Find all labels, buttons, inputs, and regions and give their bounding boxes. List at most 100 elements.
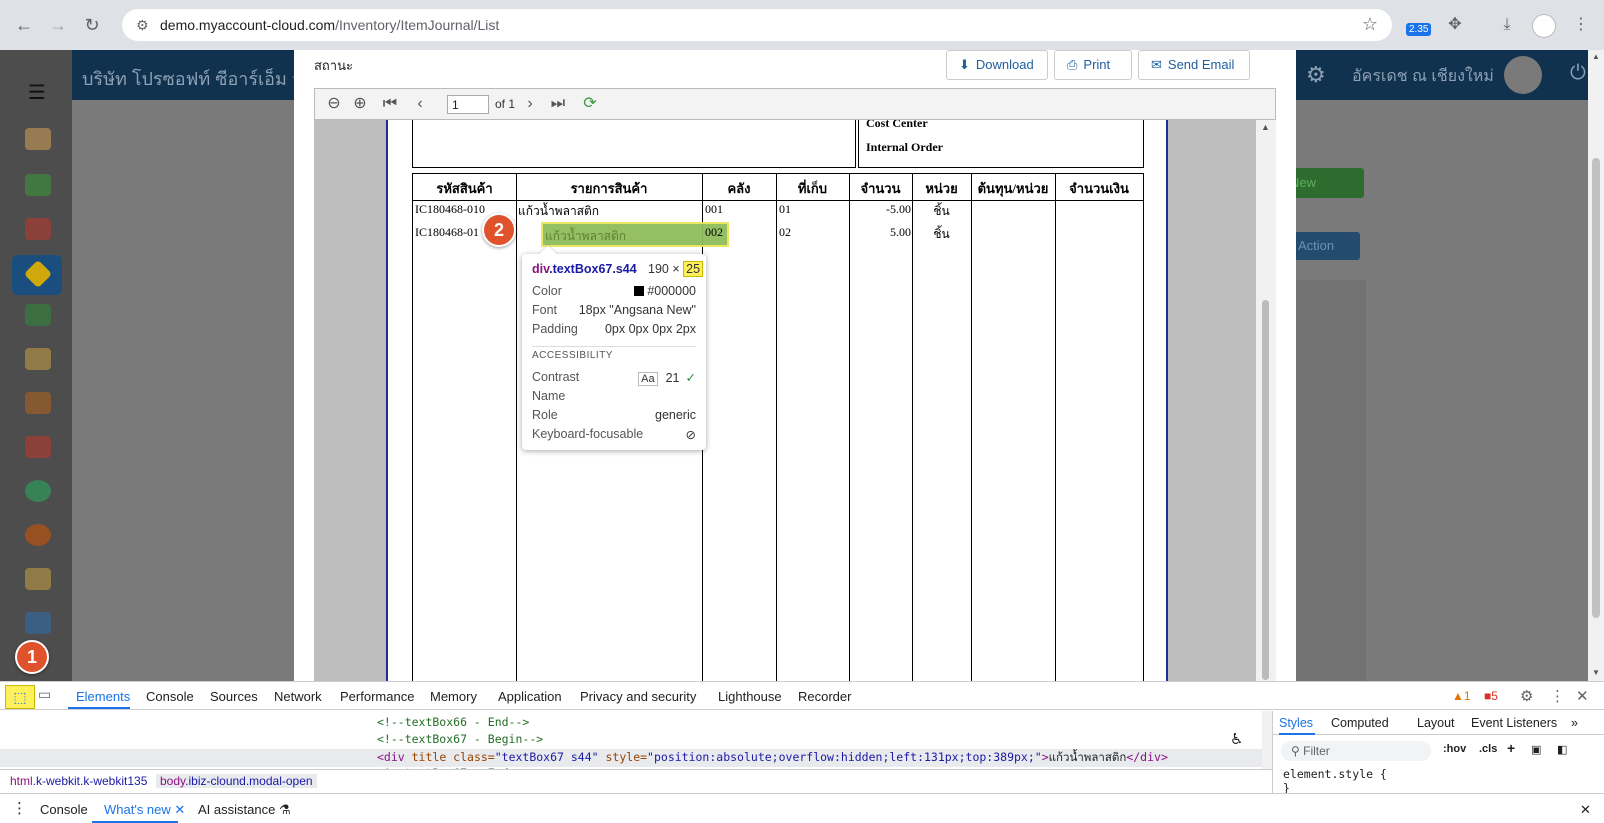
report-icon[interactable] — [25, 568, 51, 590]
extensions-puzzle-icon[interactable]: ✥ — [1442, 12, 1468, 38]
first-page-icon[interactable]: ⏮ — [379, 93, 401, 115]
column-header: จำนวน — [860, 181, 901, 196]
row-1-location: 01 — [779, 202, 791, 216]
send-email-button[interactable]: ✉ Send Email — [1138, 50, 1250, 80]
back-arrow-icon[interactable]: ← — [12, 13, 36, 37]
settings-gear-icon[interactable]: ⚙ — [1306, 62, 1326, 88]
back-circle-icon[interactable]: ⊖ — [323, 93, 345, 115]
hamburger-menu-icon[interactable]: ☰ — [28, 80, 46, 105]
page-scrollbar[interactable]: ▲ ▼ — [1588, 50, 1604, 681]
cost-center-label: Cost Center — [866, 120, 928, 130]
tab-layout[interactable]: Layout — [1417, 716, 1455, 730]
browser-menu-icon[interactable]: ⋮ — [1568, 12, 1594, 38]
forward-arrow-icon[interactable]: → — [46, 13, 70, 37]
search-icon[interactable] — [25, 612, 51, 634]
tab-memory[interactable]: Memory — [430, 689, 477, 704]
reload-icon[interactable]: ↻ — [80, 13, 104, 37]
error-count[interactable]: ■5 — [1484, 689, 1498, 703]
action-dropdown[interactable]: Action — [1290, 232, 1360, 260]
last-page-icon[interactable]: ⏭ — [547, 93, 569, 115]
warning-count[interactable]: ▲1 — [1452, 689, 1471, 703]
report-viewer-toolbar: ⊖ ⊕ ⏮ ‹ 1 of 1 › ⏭ ⟳ — [314, 88, 1276, 120]
devtools-menu-icon[interactable]: ⋮ — [1550, 687, 1565, 705]
tab-performance[interactable]: Performance — [340, 689, 414, 704]
viewer-scrollbar[interactable]: ▲ — [1256, 120, 1276, 681]
page-scroll-down-icon[interactable]: ▼ — [1592, 668, 1600, 677]
status-label: สถานะ — [314, 58, 353, 73]
breadcrumb-html[interactable]: html.k-webkit.k-webkit135 — [6, 774, 151, 788]
tab-lighthouse[interactable]: Lighthouse — [718, 689, 782, 704]
scroll-up-icon[interactable]: ▲ — [1261, 122, 1270, 132]
briefcase-icon[interactable] — [25, 392, 51, 414]
styles-tab-indicator — [1279, 733, 1315, 735]
bookmark-star-icon[interactable]: ☆ — [1362, 14, 1378, 35]
tab-network[interactable]: Network — [274, 689, 322, 704]
device-toolbar-icon[interactable]: ▭ — [38, 686, 51, 703]
power-icon[interactable]: ⏻ — [1570, 62, 1586, 85]
tab-console[interactable]: Console — [146, 689, 194, 704]
tab-privacy-security[interactable]: Privacy and security — [580, 689, 696, 704]
user-avatar[interactable] — [1504, 56, 1542, 94]
accessibility-tree-icon[interactable]: ♿ — [1230, 730, 1243, 748]
download-icon[interactable]: ⤓ — [1494, 12, 1520, 38]
step-marker-2: 2 — [482, 213, 516, 247]
tab-sources[interactable]: Sources — [210, 689, 258, 704]
element-style-rule[interactable]: element.style {} — [1283, 767, 1387, 795]
browser-toolbar: ← → ↻ ⚙ demo.myaccount-cloud.com/Invento… — [0, 0, 1604, 50]
page-scroll-thumb[interactable] — [1592, 158, 1600, 618]
inspect-element-icon[interactable]: ⬚ — [5, 685, 35, 709]
styles-filter-input[interactable]: ⚲ Filter — [1281, 741, 1431, 761]
pie-chart-icon[interactable] — [25, 524, 51, 546]
paint-icon[interactable]: ▣ — [1531, 743, 1541, 756]
color-swatch — [634, 286, 645, 296]
check-circle-icon[interactable] — [25, 480, 51, 502]
dom-line[interactable]: <!--textBox67 - Begin--> — [377, 732, 543, 746]
cart-icon[interactable] — [25, 218, 51, 240]
forward-circle-icon[interactable]: ⊕ — [349, 93, 371, 115]
tab-computed[interactable]: Computed — [1331, 716, 1389, 730]
hov-toggle[interactable]: :hov — [1443, 743, 1466, 755]
accessibility-heading: ACCESSIBILITY — [532, 350, 613, 361]
download-button[interactable]: ⬇ Download — [946, 50, 1048, 80]
tab-styles[interactable]: Styles — [1279, 716, 1313, 730]
page-scroll-up-icon[interactable]: ▲ — [1592, 52, 1600, 61]
drawer-menu-icon[interactable]: ⋮ — [12, 799, 27, 817]
tooltip-name-row: Name — [532, 389, 566, 403]
site-info-icon[interactable]: ⚙ — [136, 17, 149, 34]
tab-event-listeners[interactable]: Event Listeners — [1471, 716, 1557, 730]
next-page-icon[interactable]: › — [519, 93, 541, 115]
book-icon[interactable] — [25, 304, 51, 326]
devtools-settings-icon[interactable]: ⚙ — [1520, 687, 1533, 705]
profile-avatar[interactable] — [1532, 14, 1556, 38]
tab-application[interactable]: Application — [498, 689, 562, 704]
dom-scrollbar[interactable] — [1262, 711, 1272, 769]
toggle-sidebar-icon[interactable]: ◧ — [1557, 743, 1567, 756]
devtools-close-icon[interactable]: ✕ — [1576, 687, 1589, 705]
tab-recorder[interactable]: Recorder — [798, 689, 851, 704]
drawer-tab-whats-new[interactable]: What's new ✕ — [104, 802, 185, 818]
prev-page-icon[interactable]: ‹ — [409, 93, 431, 115]
styles-pane: Styles Computed Layout Event Listeners »… — [1272, 711, 1604, 795]
dom-line-selected[interactable]: <div title class="textBox67 s44" style="… — [0, 749, 1262, 767]
dashboard-icon[interactable] — [25, 128, 51, 150]
column-header: หน่วย — [925, 181, 958, 196]
dom-line[interactable]: <!--textBox66 - End--> — [377, 715, 529, 729]
cls-toggle[interactable]: .cls — [1479, 743, 1497, 755]
print-button[interactable]: ⎙ Print — [1054, 50, 1132, 80]
bank-icon[interactable] — [25, 348, 51, 370]
money-icon[interactable] — [25, 174, 51, 196]
step-marker-1: 1 — [15, 640, 49, 674]
page-number-input[interactable]: 1 — [447, 95, 489, 114]
new-rule-icon[interactable]: + — [1507, 740, 1515, 756]
address-bar[interactable]: ⚙ demo.myaccount-cloud.com/Inventory/Ite… — [122, 9, 1392, 41]
inspect-tooltip: div.textBox67.s44 190 × 25 Color #000000 … — [522, 245, 706, 450]
more-tabs-icon[interactable]: » — [1571, 716, 1578, 730]
drawer-tab-ai-assistance[interactable]: AI assistance ⚗ — [198, 802, 291, 818]
refresh-icon[interactable]: ⟳ — [579, 93, 601, 115]
users-icon[interactable] — [25, 436, 51, 458]
tab-elements[interactable]: Elements — [76, 689, 130, 704]
viewer-scroll-thumb[interactable] — [1262, 300, 1269, 680]
breadcrumb-body[interactable]: body.ibiz-clound.modal-open — [156, 774, 317, 788]
drawer-tab-console[interactable]: Console — [40, 802, 88, 817]
drawer-close-icon[interactable]: ✕ — [1580, 802, 1591, 818]
